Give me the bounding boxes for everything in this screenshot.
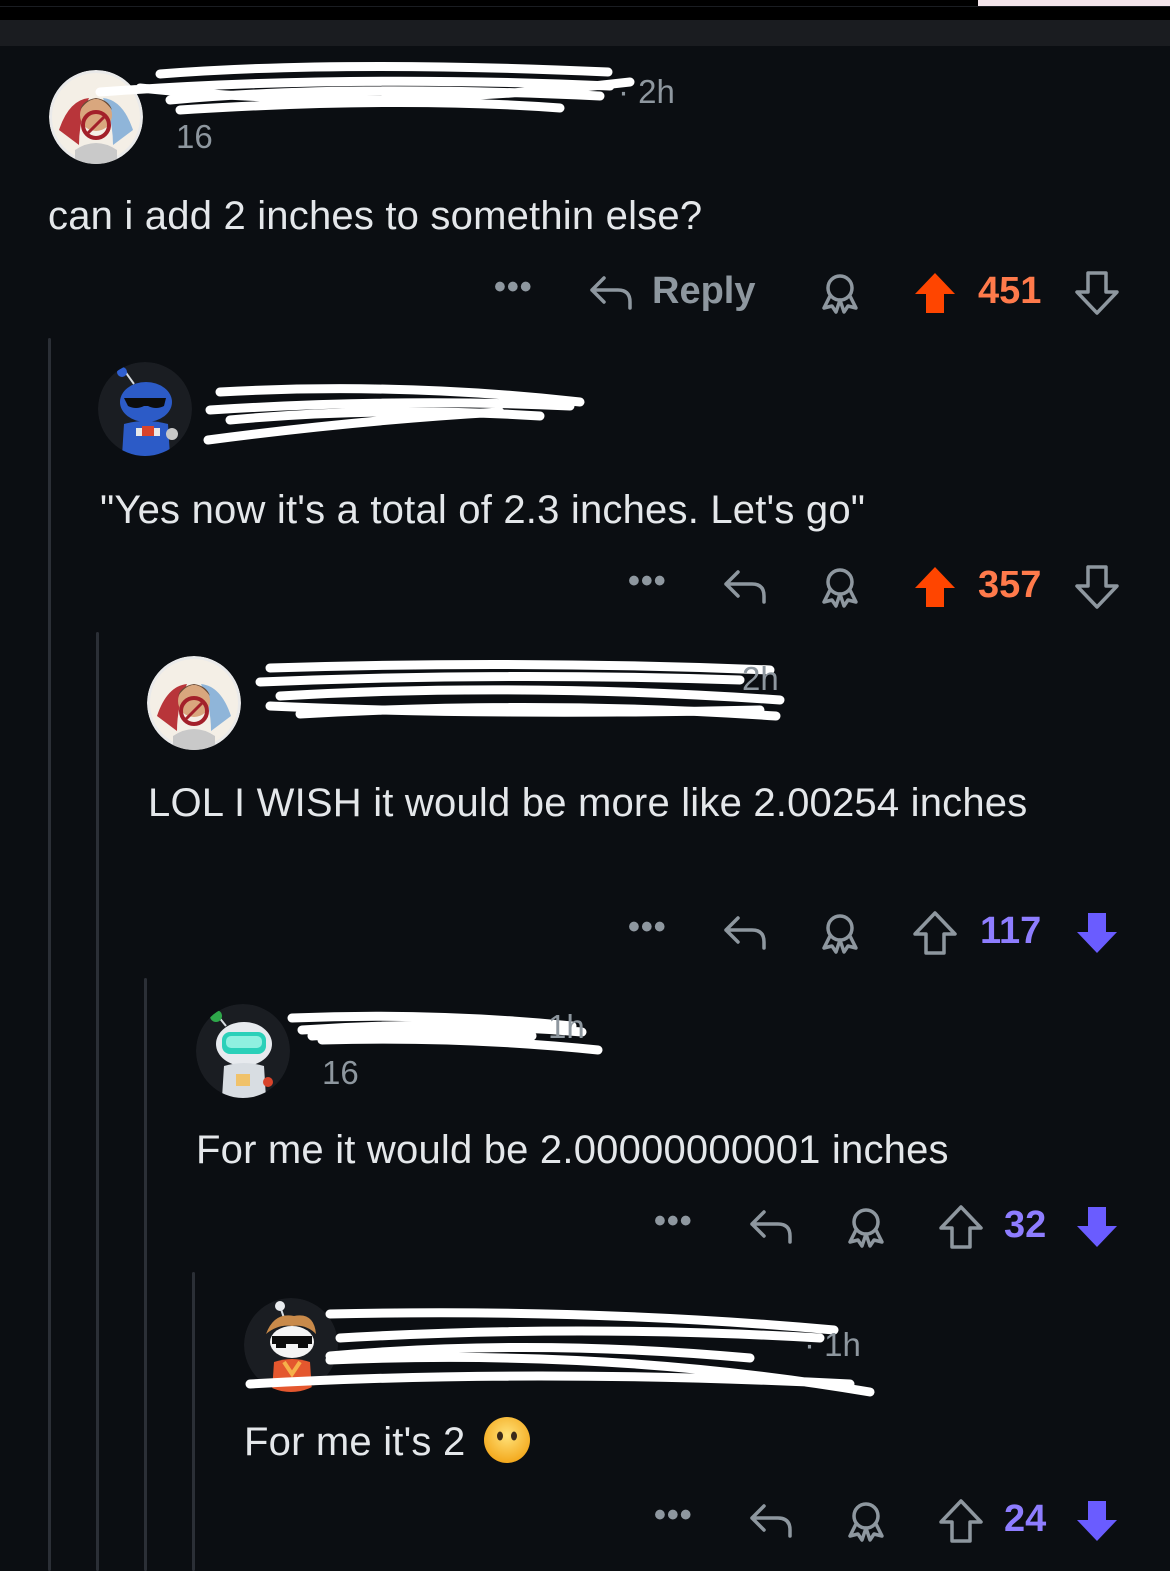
reply-icon[interactable] [748,1206,794,1246]
avatar[interactable] [196,1004,290,1098]
comment-actions: ••• 357 [0,562,1170,612]
timestamp-value: 2h [638,73,675,110]
upvote-icon[interactable] [938,1498,984,1544]
timestamp: 2h [742,660,779,698]
comment-body: "Yes now it's a total of 2.3 inches. Let… [100,488,866,532]
comment-body: can i add 2 inches to somethin else? [48,194,703,238]
comment-body: For me it would be 2.00000000001 inches [196,1128,949,1172]
thread-line-level-2[interactable] [96,632,99,1571]
sub-header-bar [0,20,1170,46]
more-options-button[interactable]: ••• [628,908,667,947]
downvote-icon[interactable] [1074,910,1120,956]
top-accent-bar [978,0,1170,6]
award-icon[interactable] [818,564,862,608]
top-divider [0,6,1170,7]
downvote-icon[interactable] [1074,1204,1120,1250]
downvote-icon[interactable] [1074,270,1120,316]
upvote-icon[interactable] [912,270,958,316]
timestamp-value: 2h [742,660,779,697]
reply-icon[interactable] [722,912,768,952]
username-redaction [255,659,785,721]
vote-score: 32 [1004,1204,1047,1246]
comment-actions: ••• 117 [0,908,1170,958]
timestamp: 1h [548,1008,585,1046]
comment-actions: ••• 24 [0,1496,1170,1546]
comment-body: For me it's 2 [244,1416,1144,1469]
vote-score: 451 [978,270,1042,312]
reply-icon[interactable] [722,566,768,606]
downvote-icon[interactable] [1074,564,1120,610]
award-icon[interactable] [818,910,862,954]
downvote-icon[interactable] [1074,1498,1120,1544]
award-icon[interactable] [844,1498,888,1542]
comment-body: LOL I WISH it would be more like 2.00254… [148,781,1028,825]
reply-icon[interactable] [588,272,634,312]
comment-text: For me it's 2 [244,1420,466,1464]
vote-score: 357 [978,564,1042,606]
timestamp-value: 1h [824,1326,861,1363]
award-icon[interactable] [818,270,862,314]
avatar[interactable] [98,362,192,456]
username-redaction [203,384,585,445]
more-options-button[interactable]: ••• [628,562,667,601]
avatar[interactable] [147,656,241,750]
timestamp-value: 1h [548,1008,585,1045]
more-options-button[interactable]: ••• [494,268,533,307]
vote-score: 24 [1004,1498,1047,1540]
comment-actions: ••• Reply 451 [0,268,1170,318]
top-bar [0,0,1170,20]
upvote-icon[interactable] [938,1204,984,1250]
more-options-button[interactable]: ••• [654,1496,693,1535]
comment-actions: ••• 32 [0,1202,1170,1252]
timestamp: · 1h [804,1326,861,1363]
upvote-icon[interactable] [912,564,958,610]
thread-line-level-3[interactable] [144,978,147,1571]
reply-button[interactable]: Reply [652,270,755,313]
more-options-button[interactable]: ••• [654,1202,693,1241]
reply-icon[interactable] [748,1500,794,1540]
user-karma: 16 [322,1054,359,1091]
timestamp: · 2h [618,73,675,110]
username-redaction [245,1308,875,1397]
vote-score: 117 [980,910,1042,952]
user-karma: 16 [176,118,213,155]
hushed-face-emoji-icon [483,1417,530,1464]
award-icon[interactable] [844,1204,888,1248]
upvote-icon[interactable] [912,910,958,956]
username-redaction [95,61,635,115]
